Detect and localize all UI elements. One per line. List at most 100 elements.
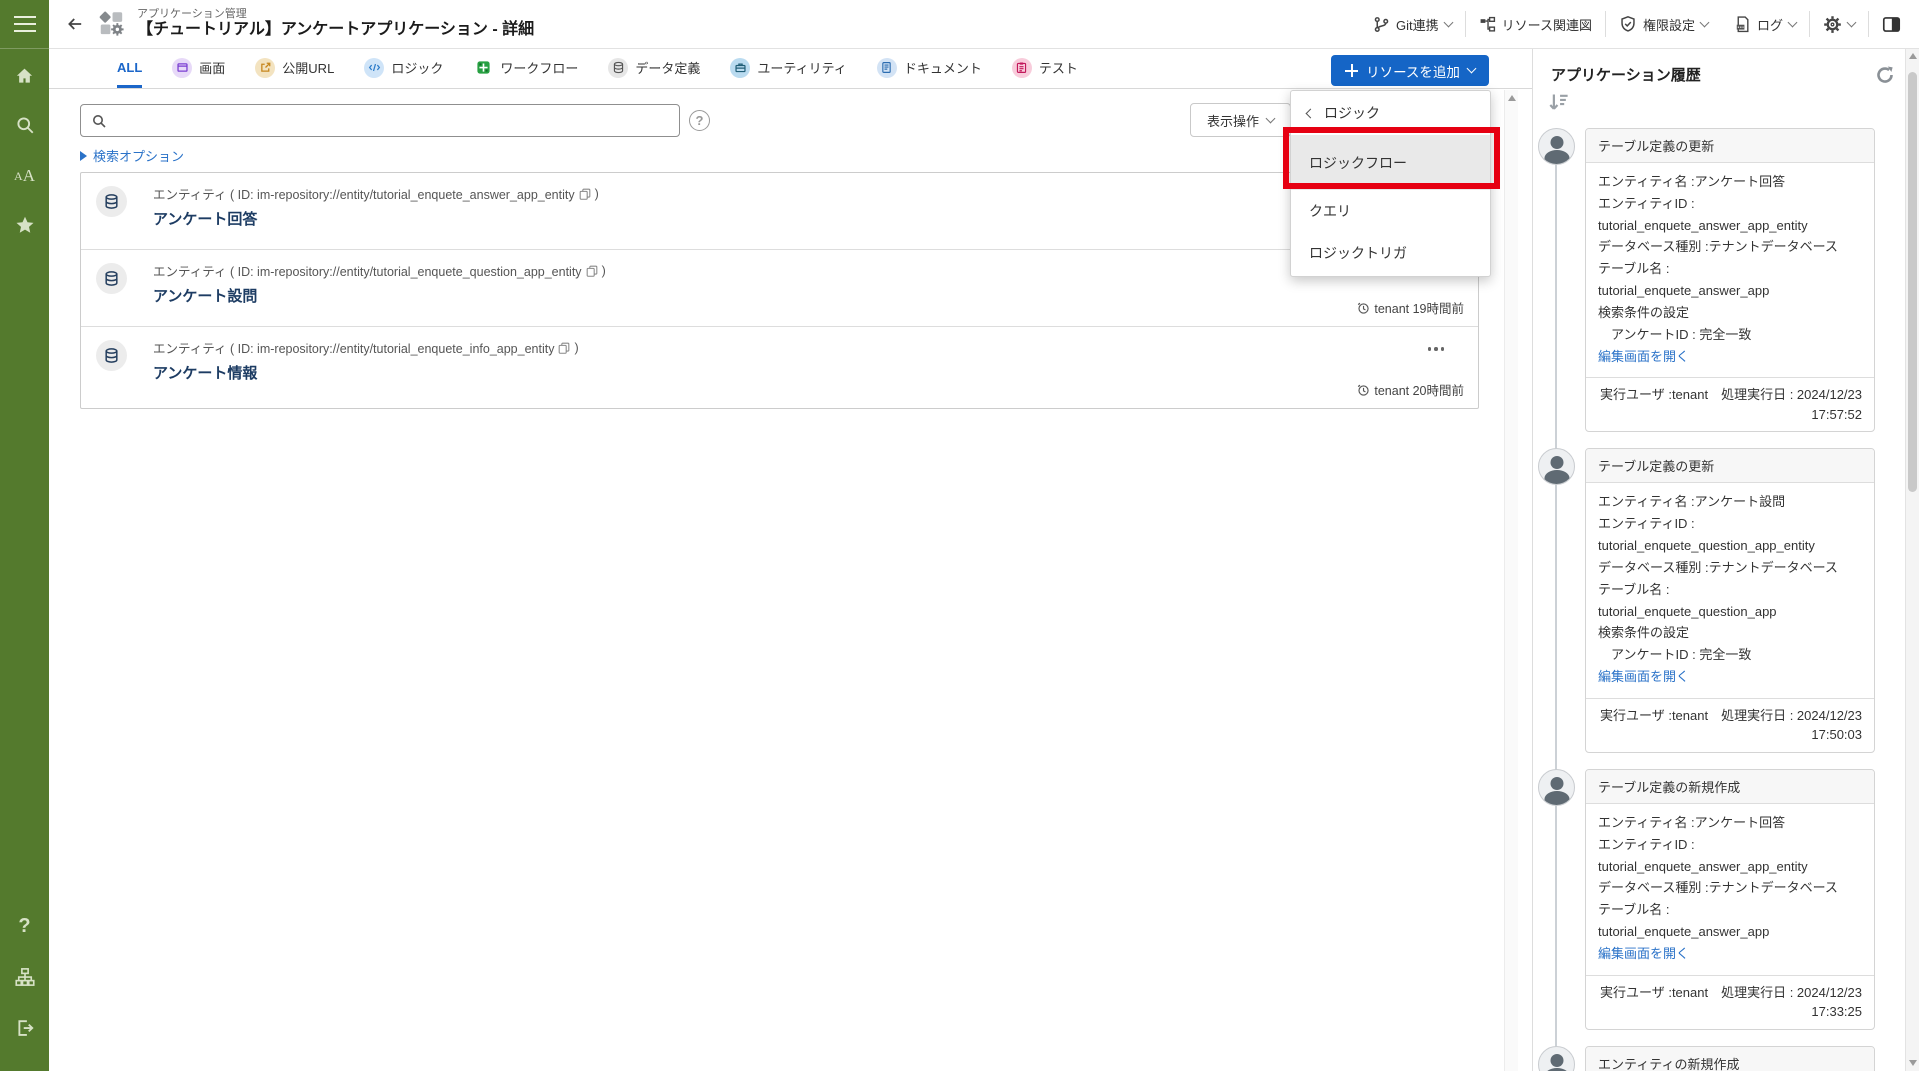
menu-item-ロジックフロー[interactable]: ロジックフロー: [1291, 135, 1490, 190]
search-help-icon[interactable]: ?: [689, 110, 710, 131]
entity-updated: tenant 20時間前: [1356, 380, 1464, 399]
entity-id-line: エンティティ ( ID: im-repository://entity/tuto…: [153, 186, 599, 203]
tab-データ定義[interactable]: データ定義: [608, 48, 700, 88]
logic-icon: [364, 57, 385, 78]
log-menu[interactable]: ログ: [1721, 10, 1809, 38]
menu-back-item-logic[interactable]: ロジック: [1291, 91, 1490, 135]
entity-name-link[interactable]: アンケート回答: [153, 208, 257, 229]
timeline-connector: [1555, 774, 1557, 1052]
tab-ユーティリティ[interactable]: ユーティリティ: [730, 48, 847, 88]
entity-updated: tenant 19時間前: [1356, 298, 1464, 317]
logout-icon[interactable]: [0, 1008, 49, 1048]
document-icon: [876, 57, 897, 78]
utility-icon: [730, 57, 751, 78]
history-item: エンティティの新規作成エンティティ名 :アンケート回答エンティティID :tut…: [1533, 1042, 1905, 1071]
history-detail-line: アンケートID : 完全一致: [1598, 326, 1752, 342]
search-input[interactable]: [115, 104, 679, 137]
panel-scrollbar[interactable]: [1905, 48, 1919, 1071]
history-card: エンティティの新規作成エンティティ名 :アンケート回答エンティティID :tut…: [1585, 1045, 1875, 1071]
tab-ワークフロー[interactable]: ワークフロー: [473, 48, 578, 88]
scrollbar-thumb[interactable]: [1908, 72, 1917, 492]
history-detail-line: テーブル名 :: [1598, 261, 1670, 277]
plus-icon: [1345, 64, 1359, 77]
add-resource-button[interactable]: リソースを追加: [1331, 55, 1489, 86]
more-options-icon[interactable]: [1424, 343, 1449, 355]
open-edit-screen-link[interactable]: 編集画面を開く: [1598, 943, 1862, 965]
history-panel-title: アプリケーション履歴: [1551, 67, 1701, 84]
history-card-body: エンティティ名 :アンケート回答 エンティティID : tutorial_enque…: [1586, 804, 1874, 975]
settings-gear-menu[interactable]: [1810, 10, 1868, 38]
tab-ALL[interactable]: ALL: [117, 48, 143, 88]
history-detail-line: エンティティ名 :アンケート回答: [1598, 814, 1786, 830]
chevron-down-icon: [1466, 63, 1477, 74]
sort-order-icon[interactable]: [1547, 91, 1569, 113]
scroll-down-arrow[interactable]: [1909, 1060, 1917, 1066]
history-card-body: エンティティ名 :アンケート設問 エンティティID : tutorial_enque…: [1586, 483, 1874, 697]
add-resource-dropdown-menu: ロジック ロジックフロー クエリ ロジックトリガ: [1290, 90, 1491, 277]
resource-map-button[interactable]: リソース関連図: [1466, 10, 1605, 38]
entity-row: エンティティ ( ID: im-repository://entity/tuto…: [81, 173, 1478, 250]
menu-item-クエリ[interactable]: クエリ: [1291, 190, 1490, 232]
entity-name-link[interactable]: アンケート情報: [153, 362, 257, 383]
font-size-icon[interactable]: AA: [0, 156, 49, 196]
tab-公開URL[interactable]: 公開URL: [255, 48, 334, 88]
help-icon[interactable]: ?: [0, 906, 49, 946]
open-edit-screen-link[interactable]: 編集画面を開く: [1598, 346, 1862, 368]
back-button[interactable]: [61, 10, 89, 38]
entity-database-icon: [96, 340, 127, 371]
search-icon: [93, 114, 106, 128]
page-header: アプリケーション管理 【チュートリアル】アンケートアプリケーション - 詳細 G…: [49, 0, 1919, 49]
permission-settings-menu[interactable]: 権限設定: [1606, 10, 1721, 38]
display-operations-dropdown[interactable]: 表示操作: [1190, 103, 1291, 137]
copy-icon[interactable]: [578, 187, 592, 201]
avatar: [1538, 448, 1575, 486]
main-scrollbar[interactable]: [1504, 90, 1518, 1071]
avatar: [1538, 1045, 1575, 1071]
tab-ドキュメント[interactable]: ドキュメント: [876, 48, 982, 88]
application-detail-page: AA ? アプリケーション管理 【チュートリアル】アンケートアプリケーション -…: [0, 0, 1919, 1071]
resource-map-icon: [1479, 16, 1496, 33]
history-card-body: エンティティ名 :アンケート回答 エンティティID : tutorial_enque…: [1586, 163, 1874, 377]
history-detail-line: エンティティ名 :アンケート回答: [1598, 174, 1786, 189]
tab-画面[interactable]: 画面: [172, 48, 225, 88]
tab-テスト[interactable]: テスト: [1011, 48, 1078, 88]
log-file-icon: [1734, 15, 1751, 33]
open-edit-screen-link[interactable]: 編集画面を開く: [1598, 666, 1862, 688]
avatar: [1538, 128, 1575, 165]
history-detail-line: tutorial_enquete_question_app: [1598, 603, 1777, 619]
gear-icon: [1823, 15, 1842, 34]
history-detail-line: データベース種別 :テナントデータベース: [1598, 880, 1838, 896]
menu-item-ロジックトリガ[interactable]: ロジックトリガ: [1291, 232, 1490, 274]
timeline-connector: [1555, 134, 1557, 455]
home-icon[interactable]: [0, 55, 49, 95]
copy-icon[interactable]: [557, 341, 571, 355]
git-link-menu[interactable]: Git連携: [1360, 10, 1465, 38]
triangle-right-icon: [80, 150, 87, 161]
shield-check-icon: [1619, 15, 1637, 33]
copy-icon[interactable]: [585, 264, 599, 278]
organization-chart-icon[interactable]: [0, 957, 49, 997]
history-card: テーブル定義の更新 エンティティ名 :アンケート設問 エンティティID : tutor…: [1585, 448, 1875, 753]
history-item: テーブル定義の更新 エンティティ名 :アンケート回答 エンティティID : tutor…: [1533, 124, 1905, 455]
header-actions: Git連携 リソース関連図 権限設定 ログ: [1360, 0, 1919, 48]
entity-name-link[interactable]: アンケート設問: [153, 285, 257, 306]
tab-ロジック[interactable]: ロジック: [364, 48, 443, 88]
history-detail-line: tutorial_enquete_answer_app: [1598, 924, 1770, 940]
entity-id-line: エンティティ ( ID: im-repository://entity/tuto…: [153, 263, 606, 280]
application-management-icon: [97, 9, 127, 39]
refresh-icon[interactable]: [1875, 65, 1895, 85]
screen-icon: [172, 57, 193, 78]
hamburger-menu-icon[interactable]: [0, 0, 49, 49]
search-options-toggle[interactable]: 検索オプション: [80, 146, 184, 165]
search-icon[interactable]: [0, 105, 49, 145]
application-history-panel: アプリケーション履歴 テーブル定義の更新 エンティティ名 :アンケート回答 エンティ…: [1532, 48, 1919, 1071]
global-sidebar: AA ?: [0, 0, 49, 1071]
scroll-up-arrow[interactable]: [1507, 95, 1516, 101]
history-detail-line: データベース種別 :テナントデータベース: [1598, 559, 1838, 575]
history-detail-line: 検索条件の設定: [1598, 625, 1690, 641]
scroll-up-arrow[interactable]: [1908, 53, 1917, 59]
favorites-star-icon[interactable]: [0, 205, 49, 245]
side-panel-toggle[interactable]: [1869, 10, 1919, 38]
history-detail-line: tutorial_enquete_question_app_entity: [1598, 538, 1815, 554]
entity-id-line: エンティティ ( ID: im-repository://entity/tuto…: [153, 340, 579, 357]
